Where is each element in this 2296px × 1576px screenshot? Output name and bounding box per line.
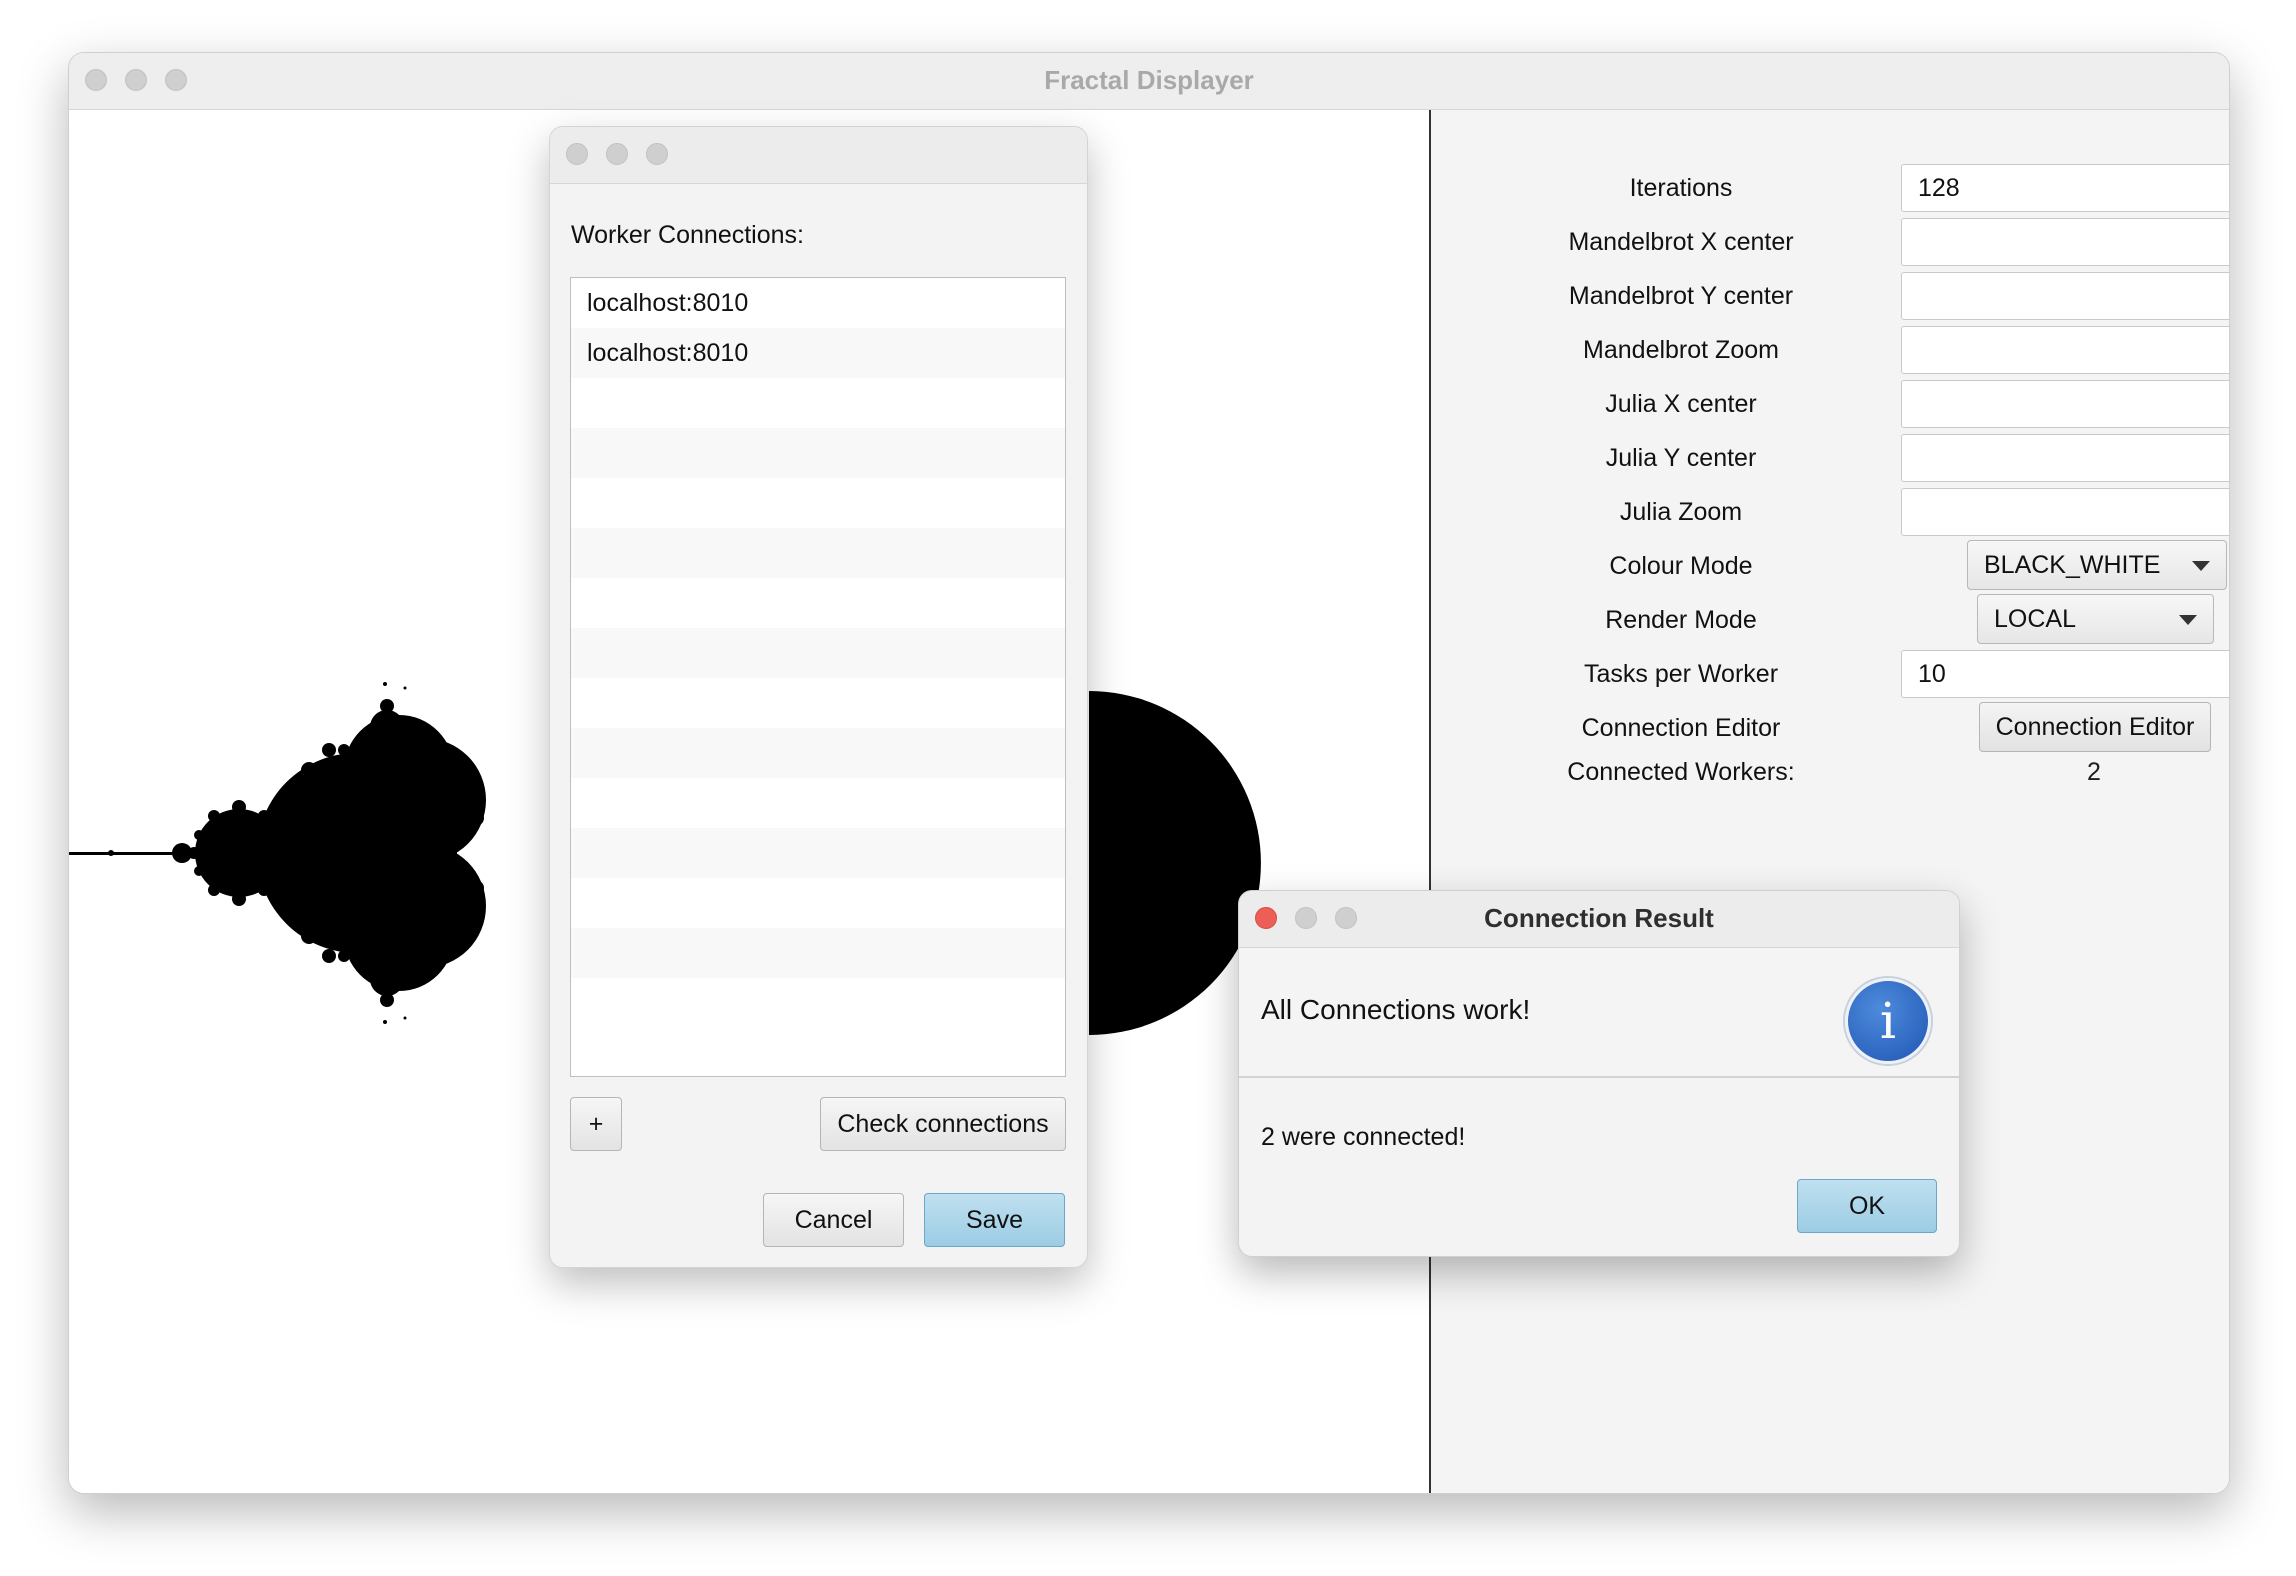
result-header-text: All Connections work! [1261, 994, 1531, 1025]
main-titlebar: Fractal Displayer [69, 53, 2229, 110]
mandelbrot-zoom-label: Mandelbrot Zoom [1583, 336, 1779, 364]
add-connection-button[interactable]: + [570, 1097, 622, 1151]
render-mode-select[interactable]: LOCAL [1977, 594, 2214, 644]
empty-list-row [571, 828, 1065, 878]
check-connections-button[interactable]: Check connections [820, 1097, 1066, 1151]
worker-dialog-titlebar [550, 127, 1087, 184]
empty-list-row [571, 428, 1065, 478]
zoom-dialog-button[interactable] [646, 143, 668, 165]
empty-list-row [571, 578, 1065, 628]
iterations-label: Iterations [1629, 174, 1733, 202]
tasks-per-worker-label: Tasks per Worker [1583, 660, 1779, 688]
mandelbrot-x-field[interactable] [1901, 218, 2229, 266]
control-panel: Iterations 128 Mandelbrot X center Mande… [1429, 110, 2229, 1493]
chevron-down-icon [2179, 615, 2197, 625]
save-button[interactable]: Save [924, 1193, 1065, 1247]
worker-connection-list[interactable]: localhost:8010 localhost:8010 [570, 277, 1066, 1077]
info-icon: i [1845, 978, 1931, 1064]
empty-list-row [571, 878, 1065, 928]
empty-list-row [571, 728, 1065, 778]
colour-mode-value: BLACK_WHITE [1984, 551, 2161, 579]
connected-workers-count: 2 [2087, 758, 2101, 786]
empty-list-row [571, 528, 1065, 578]
chevron-down-icon [2192, 561, 2210, 571]
worker-connections-heading: Worker Connections: [571, 221, 804, 249]
connection-editor-button[interactable]: Connection Editor [1979, 702, 2211, 752]
cancel-button[interactable]: Cancel [763, 1193, 904, 1247]
empty-list-row [571, 778, 1065, 828]
iterations-field[interactable]: 128 [1901, 164, 2229, 212]
connected-workers-label: Connected Workers: [1567, 758, 1795, 786]
list-item[interactable]: localhost:8010 [571, 278, 1065, 328]
colour-mode-label: Colour Mode [1609, 552, 1753, 580]
result-dialog-titlebar: Connection Result [1239, 891, 1959, 948]
empty-list-row [571, 678, 1065, 728]
julia-zoom-field[interactable] [1901, 488, 2229, 536]
empty-list-row [571, 928, 1065, 978]
result-header: All Connections work! i [1239, 948, 1959, 1078]
tasks-per-worker-field[interactable]: 10 [1901, 650, 2229, 698]
connection-result-dialog: Connection Result All Connections work! … [1238, 890, 1960, 1257]
worker-connections-dialog: Worker Connections: localhost:8010 local… [549, 126, 1088, 1268]
empty-list-row [571, 978, 1065, 1028]
result-message: 2 were connected! [1261, 1123, 1466, 1151]
empty-list-row [571, 378, 1065, 428]
empty-list-row [571, 628, 1065, 678]
mandelbrot-y-field[interactable] [1901, 272, 2229, 320]
mandelbrot-x-label: Mandelbrot X center [1568, 228, 1794, 256]
connection-editor-label: Connection Editor [1581, 714, 1781, 742]
render-mode-label: Render Mode [1605, 606, 1757, 634]
julia-x-label: Julia X center [1605, 390, 1757, 418]
mandelbrot-zoom-field[interactable] [1901, 326, 2229, 374]
list-item[interactable]: localhost:8010 [571, 328, 1065, 378]
result-dialog-title: Connection Result [1484, 903, 1714, 933]
colour-mode-select[interactable]: BLACK_WHITE [1967, 540, 2227, 590]
julia-y-field[interactable] [1901, 434, 2229, 482]
window-title: Fractal Displayer [1044, 65, 1254, 95]
minimize-dialog-button[interactable] [606, 143, 628, 165]
main-window: Fractal Displayer Iterations 128 Mandelb… [68, 52, 2230, 1494]
close-dialog-button[interactable] [566, 143, 588, 165]
ok-button[interactable]: OK [1797, 1179, 1937, 1233]
julia-x-field[interactable] [1901, 380, 2229, 428]
mandelbrot-y-label: Mandelbrot Y center [1568, 282, 1794, 310]
julia-y-label: Julia Y center [1605, 444, 1757, 472]
empty-list-row [571, 478, 1065, 528]
render-mode-value: LOCAL [1994, 605, 2076, 633]
julia-zoom-label: Julia Zoom [1619, 498, 1743, 526]
